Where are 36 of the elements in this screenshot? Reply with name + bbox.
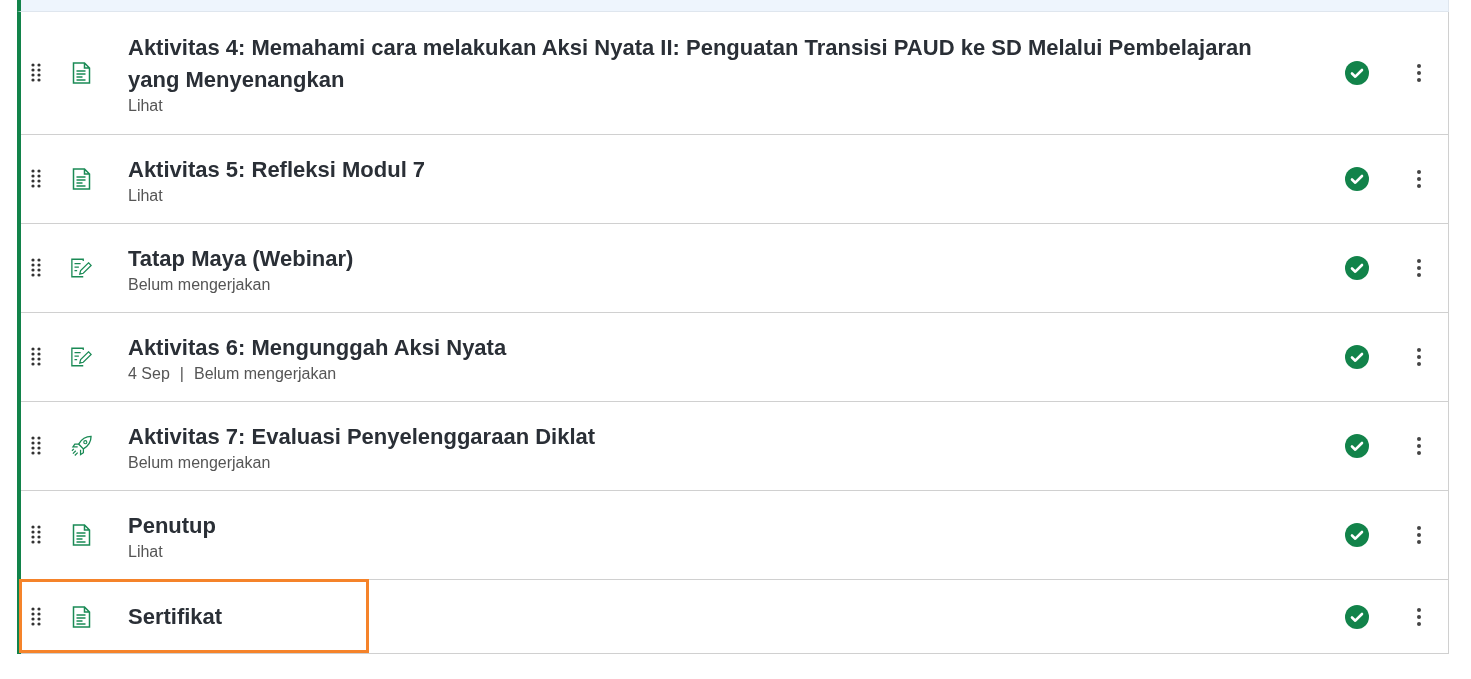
activity-status: Belum mengerjakan <box>128 453 271 472</box>
activity-status: Belum mengerjakan <box>193 364 337 383</box>
activity-title[interactable]: Aktivitas 6: Mengunggah Aksi Nyata <box>128 331 507 364</box>
more-options-icon[interactable] <box>1416 63 1422 83</box>
document-icon <box>71 524 92 546</box>
rocket-icon <box>71 435 92 457</box>
activity-status: Lihat <box>128 96 163 115</box>
drag-handle-icon[interactable] <box>31 63 41 83</box>
drag-handle-icon[interactable] <box>31 169 41 189</box>
activity-title[interactable]: Penutup <box>128 509 216 542</box>
activity-status: Belum mengerjakan <box>128 275 271 294</box>
document-pencil-icon <box>71 346 92 368</box>
more-options-icon[interactable] <box>1416 606 1422 627</box>
drag-handle-icon[interactable] <box>31 347 41 367</box>
separator: | <box>179 364 184 383</box>
document-pencil-icon <box>71 257 92 279</box>
activity-title[interactable]: Aktivitas 7: Evaluasi Penyelenggaraan Diklat <box>128 420 596 453</box>
activity-status: Lihat <box>128 186 163 205</box>
more-options-icon[interactable] <box>1416 258 1422 278</box>
activity-title[interactable]: Aktivitas 4: Memahami cara melakukan Aksi Nyata II: Penguatan Transisi PAUD ke SD Melalui Pembelajaran yang Menyenangkan <box>128 31 1303 96</box>
activity-title[interactable]: Aktivitas 5: Refleksi Modul 7 <box>128 153 426 186</box>
more-options-icon[interactable] <box>1416 525 1422 545</box>
more-options-icon[interactable] <box>1416 436 1422 456</box>
drag-handle-icon[interactable] <box>31 606 41 627</box>
activity-title[interactable]: Tatap Maya (Webinar) <box>128 242 354 275</box>
document-icon <box>71 62 92 84</box>
drag-handle-icon[interactable] <box>31 436 41 456</box>
activity-status: Lihat <box>128 542 163 561</box>
activity-title[interactable]: Sertifikat <box>128 600 223 633</box>
more-options-icon[interactable] <box>1416 169 1422 189</box>
document-icon <box>71 605 92 628</box>
activity-status: 4 Sep <box>128 364 170 383</box>
drag-handle-icon[interactable] <box>31 258 41 278</box>
drag-handle-icon[interactable] <box>31 525 41 545</box>
more-options-icon[interactable] <box>1416 347 1422 367</box>
document-icon <box>71 168 92 190</box>
